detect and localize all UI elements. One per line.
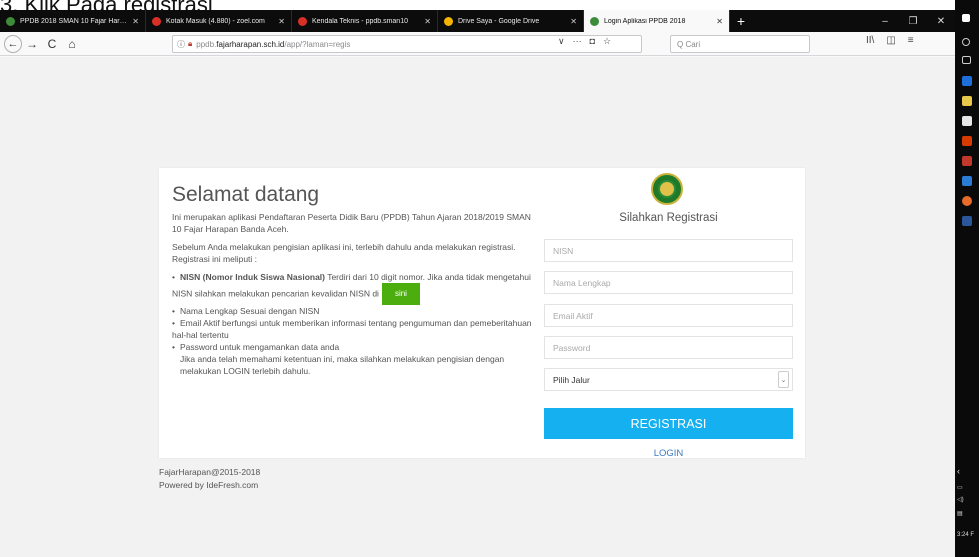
requirements-intro: Sebelum Anda melakukan pengisian aplikas… (172, 242, 516, 264)
tab-title: Drive Saya - Google Drive (458, 17, 540, 25)
back-icon[interactable]: ← (4, 34, 22, 53)
registration-form: Silahkan Registrasi NISN Nama Lengkap Em… (544, 168, 793, 459)
browser-tab[interactable]: Kotak Masuk (4.880) - zoel.com ✕ (146, 10, 292, 32)
url-bar[interactable]: ⓘ 🔒︎ ppdb. fajarharapan.sch.id/app/?laman… (172, 35, 642, 53)
list-item: • Nama Lengkap Sesuai dengan NISN (172, 306, 320, 316)
list-item: • Email Aktif berfungsi untuk memberikan … (172, 318, 532, 340)
powered-by-text: Powered by IdeFresh.com (159, 480, 259, 490)
welcome-title: Selamat datang (172, 183, 320, 206)
nisn-title: NISN (Nomor Induk Siswa Nasional) (180, 272, 325, 282)
tab-close-icon[interactable]: ✕ (570, 17, 577, 26)
navigation-bar: ← → C ⌂ ⓘ 🔒︎ ppdb. fajarharapan.sch.id/ap… (0, 32, 955, 56)
page-content: Selamat datang Ini merupakan aplikasi Pe… (0, 57, 955, 557)
home-icon[interactable]: ⌂ (62, 34, 82, 54)
list-item: • Password untuk mengamankan data anda (172, 342, 340, 352)
forward-icon[interactable]: → (22, 34, 42, 54)
tab-strip: PPDB 2018 SMAN 10 Fajar Harapan ✕ Kotak Ma… (0, 10, 955, 32)
insecure-lock-icon[interactable]: 🔒︎ (188, 39, 192, 49)
windows-start-icon[interactable] (962, 14, 970, 22)
search-input[interactable]: Q Cari (670, 35, 810, 53)
tab-favicon-icon (152, 16, 161, 26)
app-icon[interactable] (962, 156, 972, 166)
close-window-button[interactable]: ✕ (927, 16, 955, 27)
url-path: /app/?laman=regis (284, 39, 351, 49)
password-requirement: Password untuk mengamankan data anda (180, 342, 340, 352)
document-caption: 3. Klik Pada registrasi (0, 0, 700, 10)
requirements-list: • NISN (Nomor Induk Siswa Nasional) Terdi… (172, 271, 532, 353)
jalur-selected-value: Pilih Jalur (553, 374, 590, 385)
tab-close-icon[interactable]: ✕ (278, 17, 285, 26)
browser-tab[interactable]: PPDB 2018 SMAN 10 Fajar Harapan ✕ (0, 10, 146, 32)
file-explorer-icon[interactable] (962, 96, 972, 106)
browser-tab[interactable]: Kendala Teknis - ppdb.sman10 ✕ (292, 10, 438, 32)
welcome-panel: Selamat datang Ini merupakan aplikasi Pe… (172, 183, 532, 383)
school-logo (651, 173, 683, 205)
chevron-up-icon[interactable]: ‹ (957, 466, 960, 476)
chevron-down-icon[interactable]: ⌄ (778, 371, 789, 388)
office-icon[interactable] (962, 136, 972, 146)
minimize-button[interactable]: – (871, 16, 899, 27)
url-prefix: ppdb. (196, 39, 217, 49)
copyright-text: FajarHarapan@2015-2018 (159, 467, 261, 477)
registration-title: Silahkan Registrasi (619, 212, 718, 224)
closing-text: Jika anda telah memahami ketentuan ini, … (180, 354, 505, 376)
store-icon[interactable] (962, 116, 972, 126)
tab-favicon-icon (444, 16, 453, 26)
tab-close-icon[interactable]: ✕ (424, 17, 431, 26)
nama-requirement: Nama Lengkap Sesuai dengan NISN (180, 306, 320, 316)
reload-icon[interactable]: C (42, 34, 62, 54)
password-field[interactable]: Password (544, 336, 793, 359)
maximize-button[interactable]: ❐ (899, 16, 927, 27)
nama-field[interactable]: Nama Lengkap (544, 271, 793, 294)
search-icon[interactable] (962, 38, 970, 46)
email-requirement: Email Aktif berfungsi untuk memberikan i… (172, 318, 532, 340)
list-item: • NISN (Nomor Induk Siswa Nasional) Terdi… (172, 271, 532, 305)
tab-close-icon[interactable]: ✕ (716, 17, 723, 26)
firefox-icon[interactable] (962, 196, 972, 206)
window-controls: – ❐ ✕ (871, 10, 955, 32)
sidebar-icon[interactable]: ◫ (886, 35, 895, 46)
tab-title: Kotak Masuk (4.880) - zoel.com (166, 17, 265, 25)
intro-text: Ini merupakan aplikasi Pendaftaran Peser… (172, 212, 531, 234)
battery-icon: ▭ (957, 485, 963, 491)
nisn-search-button[interactable]: sini (381, 283, 420, 305)
clock: 3:24 F (957, 532, 975, 538)
volume-icon[interactable]: ◁) (957, 496, 964, 503)
page-footer: FajarHarapan@2015-2018 Powered by IdeFre… (159, 466, 260, 492)
browser-window: PPDB 2018 SMAN 10 Fajar Harapan ✕ Kotak Ma… (0, 10, 955, 557)
registrasi-button[interactable]: REGISTRASI (544, 408, 793, 439)
tab-title: Kendala Teknis - ppdb.sman10 (312, 17, 408, 25)
tab-title: Login Aplikasi PPDB 2018 (604, 17, 686, 25)
tab-title: PPDB 2018 SMAN 10 Fajar Harapan (20, 17, 129, 25)
word-icon[interactable] (962, 216, 972, 226)
tab-close-icon[interactable]: ✕ (132, 17, 139, 26)
windows-taskbar: ‹ ▭ ◁) ▤ 3:24 F (955, 0, 979, 557)
menu-icon[interactable]: ≡ (908, 35, 914, 46)
library-icon[interactable]: II\ (866, 35, 874, 46)
info-icon[interactable]: ⓘ (177, 39, 185, 50)
new-tab-button[interactable]: + (730, 10, 752, 32)
tab-favicon-icon (6, 16, 15, 26)
edge-icon[interactable] (962, 76, 972, 86)
internet-explorer-icon[interactable] (962, 176, 972, 186)
email-field[interactable]: Email Aktif (544, 304, 793, 327)
jalur-select[interactable]: Pilih Jalur ⌄ (544, 368, 793, 391)
registration-card: Selamat datang Ini merupakan aplikasi Pe… (159, 168, 805, 459)
browser-tab[interactable]: Login Aplikasi PPDB 2018 ✕ (584, 10, 730, 32)
tab-favicon-icon (298, 16, 307, 26)
tab-favicon-icon (590, 16, 599, 26)
url-host: fajarharapan.sch.id (216, 39, 285, 49)
notification-icon[interactable]: ▤ (957, 510, 963, 517)
login-link[interactable]: LOGIN (544, 448, 793, 459)
nisn-field[interactable]: NISN (544, 239, 793, 262)
task-view-icon[interactable] (962, 56, 971, 64)
browser-tab[interactable]: Drive Saya - Google Drive ✕ (438, 10, 584, 32)
toolbar-icons: II\ ◫ ≡ (866, 35, 914, 46)
